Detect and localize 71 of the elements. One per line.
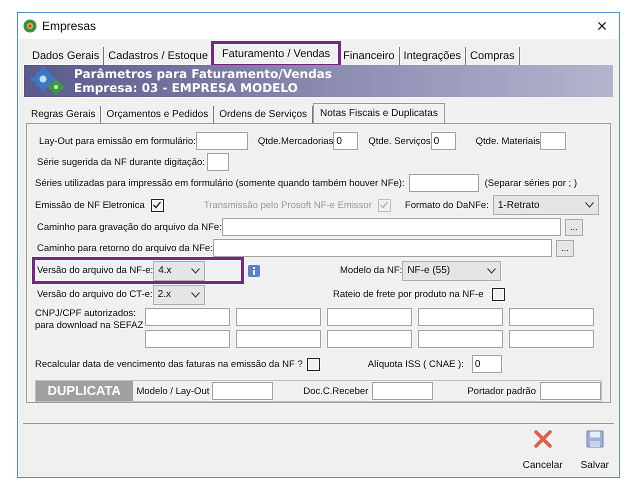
field-label: Caminho para retorno do arquivo da NFe: [36,242,213,255]
input-field[interactable] [418,308,503,326]
header-title: Parâmetros para Faturamento/Vendas [74,67,332,81]
header-subtitle: Empresa: 03 - EMPRESA MODELO [74,81,299,95]
field-label: Versão do arquivo do CT-e: [37,288,153,302]
field-label: CNPJ/CPF autorizados: para download na SEFAZ [35,308,144,332]
field-label: Lay-Out para emissão em formulário: [38,134,196,148]
tab[interactable]: Faturamento / Vendas [212,43,340,65]
input-field[interactable] [206,153,229,171]
input-field[interactable] [540,132,566,150]
input-field[interactable] [196,132,248,150]
info-icon[interactable] [248,264,260,277]
input-field[interactable]: 0 [430,132,456,150]
checkbox[interactable] [306,358,320,371]
input-field[interactable] [418,330,503,348]
save-icon [586,430,604,448]
input-field[interactable] [372,382,434,400]
dropdown[interactable]: 4.x [153,260,206,281]
input-field[interactable] [145,308,230,326]
save-button[interactable]: Salvar [578,430,611,473]
field-label: Qtde. Serviços [368,134,431,148]
dropdown[interactable]: 1-Retrato [492,195,599,215]
field-label: Modelo / Lay-Out [136,384,210,398]
subtab[interactable]: Notas Fiscais e Duplicatas [313,103,445,123]
input-field[interactable] [327,330,412,348]
field-label: Doc.C.Receber [303,384,368,398]
field-label: (Separar séries por ; ) [484,176,578,190]
input-field[interactable] [236,308,321,326]
checkbox[interactable] [492,288,505,302]
field-label: Formato do DaNFe: [404,198,489,212]
field-label: Versão do arquivo da NF-e: [37,264,154,278]
section-title: DUPLICATA [36,381,132,401]
field-label: Alíquota ISS ( CNAE ): [368,358,464,371]
field-label: Transmissão pelo Prosoft NF-e Emissor [204,198,372,212]
field-label: Série sugerida da NF durante digitação: [36,156,205,168]
field-label: Portador padrão [467,384,536,398]
checkbox[interactable] [150,198,164,212]
browse-button[interactable]: ... [556,240,574,257]
close-icon [534,430,552,448]
field-label: Caminho para gravação do arquivo da NFe: [36,220,222,234]
input-field[interactable] [222,218,561,236]
input-field[interactable] [212,239,552,258]
field-label: Recalcular data de vencimento das faturas na emissão da NF ? [35,358,303,371]
chevron-down-icon [584,202,594,208]
input-field[interactable] [509,330,594,348]
field-label: Modelo da NF: [340,264,402,278]
input-field[interactable] [327,308,412,326]
chevron-down-icon [487,268,496,274]
chevron-down-icon [190,292,200,298]
input-field[interactable]: 0 [333,132,358,150]
field-label: Qtde. Materiais [476,134,540,148]
dropdown[interactable]: 2.x [152,284,205,305]
close-button[interactable]: × [590,15,614,37]
input-field[interactable]: 0 [472,355,502,374]
browse-button[interactable]: ... [564,218,583,236]
window-title: Empresas [42,18,96,35]
field-label: Qtde.Mercadorias [258,134,334,148]
input-field[interactable] [408,174,479,192]
chevron-down-icon [191,268,200,274]
input-field[interactable] [540,382,601,400]
dropdown[interactable]: NF-e (55) [402,260,502,281]
input-field[interactable] [509,308,594,326]
field-label: Rateio de frete por produto na NF-e [333,288,484,302]
input-field[interactable] [236,330,321,348]
cancel-button[interactable]: Cancelar [520,430,565,473]
field-label: Emissão de NF Eletronica [35,198,145,212]
input-field[interactable] [145,330,230,348]
input-field[interactable] [212,382,274,400]
app-icon [23,19,37,33]
gears-icon [30,67,66,95]
field-label: Séries utilizadas para impressão em formulário (somente quando também houver NFe): [35,176,405,190]
